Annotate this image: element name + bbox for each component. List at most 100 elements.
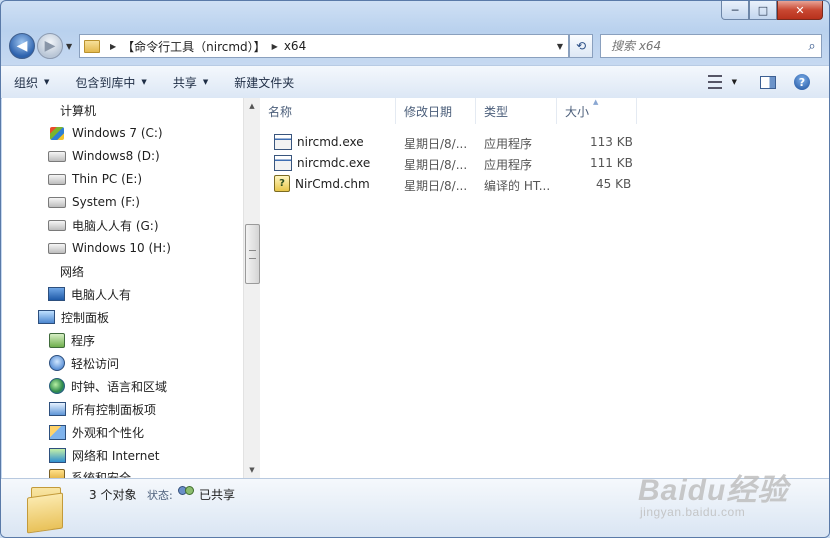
column-name[interactable]: 名称 bbox=[260, 98, 396, 124]
column-header: 名称 修改日期 类型 ▲ 大小 bbox=[260, 98, 829, 124]
file-type: 编译的 HT... bbox=[484, 179, 551, 193]
address-bar[interactable]: ▶ 【命令行工具（nircmd）】 ▶ x64 ▼ bbox=[79, 34, 569, 58]
tree-item-label: 轻松访问 bbox=[71, 356, 120, 371]
column-size-label: 大小 bbox=[565, 104, 590, 119]
shared-users-icon bbox=[178, 486, 194, 499]
view-dropdown-icon[interactable]: ▼ bbox=[732, 78, 737, 86]
refresh-button[interactable]: ⟲ bbox=[569, 34, 593, 58]
ease-of-access-icon bbox=[49, 355, 65, 371]
forward-button[interactable]: ▶ bbox=[37, 33, 63, 59]
file-row[interactable]: nircmd.exe bbox=[274, 131, 364, 152]
navigation-pane-scrollbar[interactable]: ▲ ▼ bbox=[243, 98, 260, 478]
tree-item-label: 网络和 Internet bbox=[72, 448, 160, 463]
state-label: 状态: bbox=[147, 489, 173, 502]
tree-item-network[interactable]: 网络 bbox=[60, 260, 84, 282]
breadcrumb-separator-icon[interactable]: ▶ bbox=[272, 42, 278, 51]
network-internet-icon bbox=[49, 447, 66, 463]
organize-menu[interactable]: 组织 ▼ bbox=[1, 74, 62, 91]
column-modified[interactable]: 修改日期 bbox=[396, 98, 476, 124]
file-row[interactable]: nircmdc.exe bbox=[274, 152, 370, 173]
scrollbar-thumb[interactable] bbox=[245, 224, 260, 284]
tree-item-drive-g[interactable]: 电脑人人有 (G:) bbox=[48, 214, 159, 236]
tree-item-system-security[interactable]: 系统和安全 bbox=[49, 466, 131, 478]
tree-item-computer[interactable]: 计算机 bbox=[60, 99, 96, 121]
file-modified: 星期日/8/... bbox=[404, 137, 468, 151]
file-name: nircmd.exe bbox=[297, 134, 364, 149]
column-size[interactable]: ▲ 大小 bbox=[557, 98, 637, 124]
tree-item-drive-c[interactable]: Windows 7 (C:) bbox=[50, 122, 163, 144]
recent-pages-dropdown[interactable]: ▼ bbox=[66, 42, 72, 51]
search-input[interactable] bbox=[609, 38, 803, 54]
column-type[interactable]: 类型 bbox=[476, 98, 557, 124]
tree-item-drive-e[interactable]: Thin PC (E:) bbox=[48, 168, 142, 190]
view-icon bbox=[707, 75, 722, 89]
breadcrumb-current[interactable]: x64 bbox=[284, 39, 306, 53]
file-modified: 星期日/8/... bbox=[404, 179, 468, 193]
tree-item-label: 程序 bbox=[71, 333, 96, 348]
tree-item-clock-language-region[interactable]: 时钟、语言和区域 bbox=[49, 375, 167, 397]
maximize-button[interactable]: □ bbox=[749, 1, 777, 20]
breadcrumb-parent[interactable]: 【命令行工具（nircmd）】 bbox=[122, 38, 266, 55]
new-folder-label: 新建文件夹 bbox=[234, 75, 295, 90]
search-icon[interactable]: ⌕ bbox=[803, 39, 821, 54]
chevron-down-icon: ▼ bbox=[141, 78, 147, 86]
help-button[interactable]: ? bbox=[793, 74, 811, 90]
drive-icon bbox=[48, 196, 66, 208]
scroll-up-icon[interactable]: ▲ bbox=[244, 98, 260, 114]
explorer-window: ─ □ ✕ ◀ ▶ ▼ ▶ 【命令行工具（nircmd）】 ▶ x64 ▼ ⟲ … bbox=[0, 0, 830, 538]
tree-item-label: 所有控制面板项 bbox=[72, 402, 157, 417]
include-in-library-menu[interactable]: 包含到库中 ▼ bbox=[62, 74, 159, 91]
tree-item-control-panel[interactable]: 控制面板 bbox=[38, 306, 109, 328]
search-box[interactable]: ⌕ bbox=[600, 34, 822, 58]
tree-item-network-internet[interactable]: 网络和 Internet bbox=[49, 444, 159, 466]
exe-icon bbox=[274, 133, 292, 150]
share-menu[interactable]: 共享 ▼ bbox=[160, 74, 221, 91]
tree-item-label: 电脑人人有 (G:) bbox=[72, 218, 159, 233]
preview-pane-button[interactable] bbox=[759, 75, 777, 89]
tree-item-drive-d[interactable]: Windows8 (D:) bbox=[48, 145, 160, 167]
change-view-button[interactable] bbox=[706, 75, 724, 89]
column-type-label: 类型 bbox=[484, 104, 509, 119]
folder-front-shape bbox=[27, 492, 63, 534]
tree-item-network-computer[interactable]: 电脑人人有 bbox=[48, 283, 131, 305]
column-name-label: 名称 bbox=[268, 104, 293, 119]
back-button[interactable]: ◀ bbox=[9, 33, 35, 59]
file-list: 名称 修改日期 类型 ▲ 大小 nircmd.exe 星期日/8/... 应用程序… bbox=[260, 98, 829, 478]
file-modified: 星期日/8/... bbox=[404, 158, 468, 172]
tree-item-label: 计算机 bbox=[60, 103, 97, 118]
tree-item-all-control-panel-items[interactable]: 所有控制面板项 bbox=[49, 398, 156, 420]
system-security-icon bbox=[49, 469, 65, 478]
file-row[interactable]: ? NirCmd.chm bbox=[274, 173, 370, 194]
new-folder-button[interactable]: 新建文件夹 bbox=[221, 74, 307, 91]
include-in-library-label: 包含到库中 bbox=[75, 75, 136, 90]
tree-item-programs[interactable]: 程序 bbox=[49, 329, 95, 351]
tree-item-drive-h[interactable]: Windows 10 (H:) bbox=[48, 237, 171, 259]
close-button[interactable]: ✕ bbox=[777, 1, 823, 20]
file-size: 113 KB bbox=[590, 135, 633, 149]
drive-icon bbox=[48, 173, 66, 185]
column-modified-label: 修改日期 bbox=[404, 104, 453, 119]
tree-item-label: Windows8 (D:) bbox=[72, 149, 160, 163]
breadcrumb-separator-icon[interactable]: ▶ bbox=[110, 42, 116, 51]
tree-item-drive-f[interactable]: System (F:) bbox=[48, 191, 140, 213]
windows-drive-icon bbox=[50, 126, 64, 140]
exe-icon bbox=[274, 154, 292, 171]
file-size: 111 KB bbox=[590, 156, 633, 170]
tree-item-label: 电脑人人有 bbox=[71, 287, 132, 302]
scroll-down-icon[interactable]: ▼ bbox=[244, 462, 260, 478]
help-icon: ? bbox=[794, 74, 810, 90]
folder-icon bbox=[84, 39, 100, 53]
minimize-button[interactable]: ─ bbox=[721, 1, 749, 20]
network-computer-icon bbox=[48, 287, 65, 301]
file-name: NirCmd.chm bbox=[295, 176, 370, 191]
file-type: 应用程序 bbox=[484, 137, 533, 151]
drive-icon bbox=[48, 150, 66, 162]
navigation-pane: 计算机 Windows 7 (C:) Windows8 (D:) Thin PC… bbox=[2, 98, 243, 478]
tree-item-appearance[interactable]: 外观和个性化 bbox=[49, 421, 144, 443]
drive-icon bbox=[48, 219, 66, 231]
file-name: nircmdc.exe bbox=[297, 155, 371, 170]
tree-item-ease-of-access[interactable]: 轻松访问 bbox=[49, 352, 119, 374]
watermark: Baidu经验 jingyan.baidu.com bbox=[634, 459, 824, 529]
address-dropdown-icon[interactable]: ▼ bbox=[552, 42, 568, 51]
tree-item-label: Thin PC (E:) bbox=[72, 172, 143, 186]
